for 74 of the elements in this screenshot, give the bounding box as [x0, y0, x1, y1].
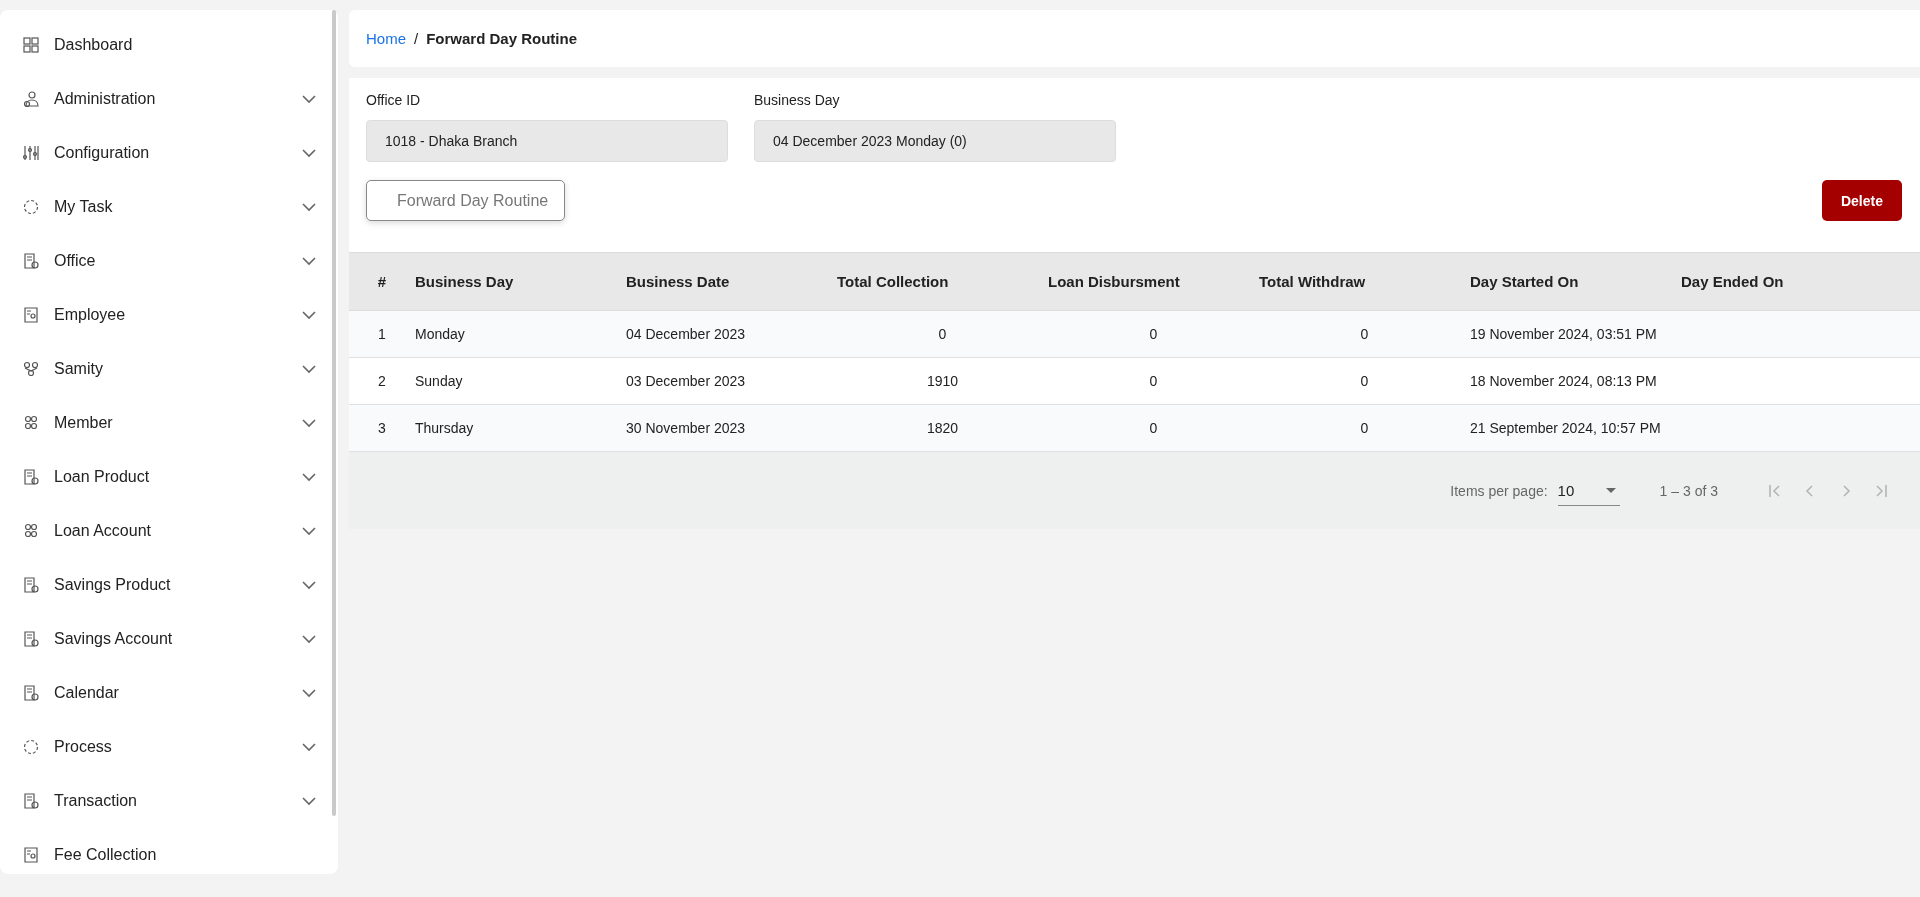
sidebar-item[interactable]: Loan Product — [0, 450, 330, 504]
page-title: Forward Day Routine — [426, 30, 578, 47]
sidebar-item[interactable]: Samity — [0, 342, 330, 396]
table-cell: 0 — [1360, 373, 1369, 389]
table-cell: Sunday — [415, 373, 463, 389]
table-cell: 1820 — [926, 420, 959, 436]
table-cell: 03 December 2023 — [626, 373, 746, 389]
group-icon — [22, 360, 40, 378]
id-card-icon — [22, 846, 40, 864]
sidebar-item[interactable]: Member — [0, 396, 330, 450]
first-page-icon — [1766, 482, 1782, 499]
column-header: Day Started On — [1470, 273, 1579, 290]
table-cell: 0 — [1360, 326, 1369, 342]
document-icon — [22, 252, 40, 270]
field-label: Business Day — [754, 92, 841, 108]
column-header: Day Ended On — [1681, 273, 1784, 290]
page-range: 1 – 3 of 3 — [1659, 482, 1718, 499]
sidebar-item[interactable]: Savings Product — [0, 558, 330, 612]
sidebar-item[interactable]: Calendar — [0, 666, 330, 720]
dashed-circle-icon — [22, 198, 40, 216]
sidebar-item[interactable]: Process — [0, 720, 330, 774]
people-icon — [22, 414, 40, 432]
document-icon — [22, 576, 40, 594]
items-per-page-label: Items per page: — [1450, 482, 1548, 499]
table-cell: 0 — [1149, 326, 1158, 342]
table-cell: 0 — [1149, 420, 1158, 436]
sidebar-item[interactable]: Loan Account — [0, 504, 330, 558]
table-cell: 1910 — [926, 373, 959, 389]
scrollbar[interactable] — [332, 10, 336, 816]
table-cell: 21 September 2024, 10:57 PM — [1470, 420, 1661, 436]
delete-button[interactable]: Delete — [1821, 180, 1902, 221]
column-header: Total Collection — [837, 273, 949, 290]
table-cell: 0 — [1149, 373, 1158, 389]
sidebar-item[interactable]: My Task — [0, 180, 330, 234]
table-cell: Monday — [415, 326, 465, 342]
document-icon — [22, 630, 40, 648]
column-header: Loan Disbursment — [1048, 273, 1180, 290]
table-cell: 3 — [378, 420, 386, 436]
sidebar-item[interactable]: Fee Collection — [0, 828, 330, 882]
document-icon — [22, 792, 40, 810]
table-cell: 04 December 2023 — [626, 326, 746, 342]
document-icon — [22, 684, 40, 702]
field-label: Office ID — [366, 92, 422, 108]
table-cell: 0 — [938, 326, 947, 342]
sidebar-item[interactable]: Office — [0, 234, 330, 288]
grid-icon — [22, 36, 40, 54]
people-icon — [22, 522, 40, 540]
table-cell: 18 November 2024, 08:13 PM — [1470, 373, 1657, 389]
sidebar-item[interactable]: Transaction — [0, 774, 330, 828]
column-header: Business Day — [415, 273, 514, 290]
column-header: # — [377, 273, 387, 290]
people-icon — [22, 90, 40, 108]
table-cell: 1 — [378, 326, 386, 342]
sliders-icon — [22, 144, 40, 162]
page-size-select[interactable]: 10 — [1557, 475, 1620, 506]
breadcrumb-separator: / — [414, 30, 419, 47]
table-cell: 0 — [1360, 420, 1369, 436]
table-cell: 2 — [378, 373, 386, 389]
table-cell: Thursday — [415, 420, 474, 436]
column-header: Total Withdraw — [1259, 273, 1366, 290]
sidebar-item[interactable]: Administration — [0, 72, 330, 126]
id-card-icon — [22, 306, 40, 324]
last-page-icon — [1874, 482, 1890, 499]
table-cell: 19 November 2024, 03:51 PM — [1470, 326, 1657, 342]
home-link[interactable]: Home — [366, 30, 406, 47]
column-header: Business Date — [626, 273, 730, 290]
dashed-circle-icon — [22, 738, 40, 756]
sidebar-item[interactable]: Savings Account — [0, 612, 330, 666]
sidebar-item[interactable]: Employee — [0, 288, 330, 342]
dropdown-arrow-icon — [1605, 487, 1616, 493]
document-icon — [22, 468, 40, 486]
sidebar-item[interactable]: Dashboard — [0, 18, 330, 72]
table-cell: 30 November 2023 — [626, 420, 746, 436]
sidebar-item[interactable]: Configuration — [0, 126, 330, 180]
